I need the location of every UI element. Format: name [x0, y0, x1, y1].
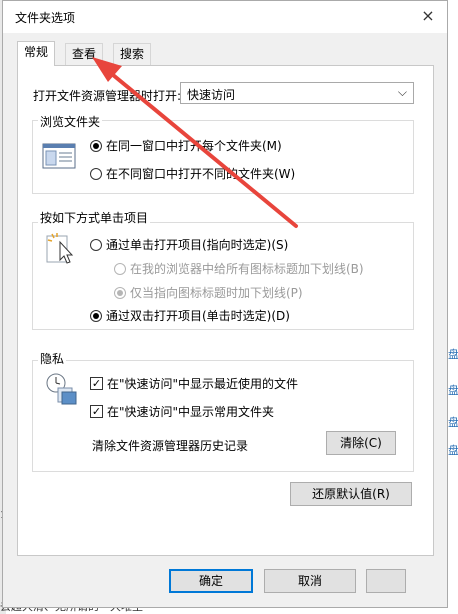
radio-indicator [90, 167, 102, 180]
clock-documents-icon [46, 373, 77, 405]
background-fragment: 盘 [448, 384, 458, 397]
tab-general[interactable]: 常规 [17, 41, 56, 66]
cursor-document-icon [46, 233, 74, 264]
radio-selected-indicator [90, 309, 102, 322]
checkbox-recent-files[interactable]: ✓ 在"快速访问"中显示最近使用的文件 [90, 375, 298, 392]
radio-underline-point-label: 仅当指向图标标题时加下划线(P) [130, 286, 303, 300]
cancel-button[interactable]: 取消 [264, 569, 356, 593]
open-in-dropdown[interactable]: 快速访问 ⌵ [180, 82, 414, 104]
check-icon: ✓ [90, 405, 103, 418]
checkbox-frequent-folders[interactable]: ✓ 在"快速访问"中显示常用文件夹 [90, 403, 274, 420]
radio-indicator [114, 262, 126, 275]
background-fragment: 盘 [448, 444, 458, 457]
background-fragment: 盘 [448, 416, 458, 429]
chevron-down-icon: ⌵ [397, 85, 407, 99]
radio-indicator [90, 238, 102, 251]
radio-double-click[interactable]: 通过双击打开项目(单击时选定)(D) [90, 307, 290, 324]
privacy-legend: 隐私 [38, 350, 67, 367]
radio-underline-browser-label: 在我的浏览器中给所有图标标题加下划线(B) [130, 262, 364, 276]
radio-underline-browser[interactable]: 在我的浏览器中给所有图标标题加下划线(B) [114, 260, 364, 277]
radio-new-window[interactable]: 在不同窗口中打开不同的文件夹(W) [90, 165, 295, 182]
radio-selected-indicator [90, 139, 102, 152]
apply-button[interactable] [366, 569, 406, 593]
radio-selected-indicator [114, 286, 126, 299]
radio-same-window[interactable]: 在同一窗口中打开每个文件夹(M) [90, 137, 282, 154]
dialog-title: 文件夹选项 [15, 11, 76, 25]
check-icon: ✓ [90, 377, 103, 390]
open-in-label: 打开文件资源管理器时打开: [33, 89, 182, 103]
radio-single-click[interactable]: 通过单击打开项目(指向时选定)(S) [90, 236, 288, 253]
title-bar: 文件夹选项 × [3, 1, 447, 33]
open-in-value: 快速访问 [187, 88, 236, 102]
browse-folders-group [32, 120, 414, 194]
restore-defaults-button[interactable]: 还原默认值(R) [290, 482, 412, 506]
tab-view[interactable]: 查看 [65, 43, 104, 65]
checkbox-frequent-folders-label: 在"快速访问"中显示常用文件夹 [107, 405, 275, 419]
folder-window-icon [42, 143, 76, 169]
browse-folders-legend: 浏览文件夹 [38, 113, 103, 130]
background-fragment: 盘 [448, 348, 458, 361]
radio-underline-point[interactable]: 仅当指向图标标题时加下划线(P) [114, 284, 303, 301]
clear-button[interactable]: 清除(C) [326, 431, 396, 455]
checkbox-recent-files-label: 在"快速访问"中显示最近使用的文件 [107, 377, 299, 391]
clear-history-label: 清除文件资源管理器历史记录 [92, 439, 249, 453]
close-button[interactable]: × [413, 3, 443, 29]
ok-button[interactable]: 确定 [169, 569, 253, 593]
radio-same-window-label: 在同一窗口中打开每个文件夹(M) [106, 139, 282, 153]
background-right-edge [448, 0, 458, 614]
click-items-legend: 按如下方式单击项目 [38, 209, 151, 226]
radio-double-click-label: 通过双击打开项目(单击时选定)(D) [106, 309, 290, 323]
radio-new-window-label: 在不同窗口中打开不同的文件夹(W) [106, 167, 296, 181]
tab-search[interactable]: 搜索 [113, 43, 152, 65]
radio-single-click-label: 通过单击打开项目(指向时选定)(S) [106, 238, 289, 252]
